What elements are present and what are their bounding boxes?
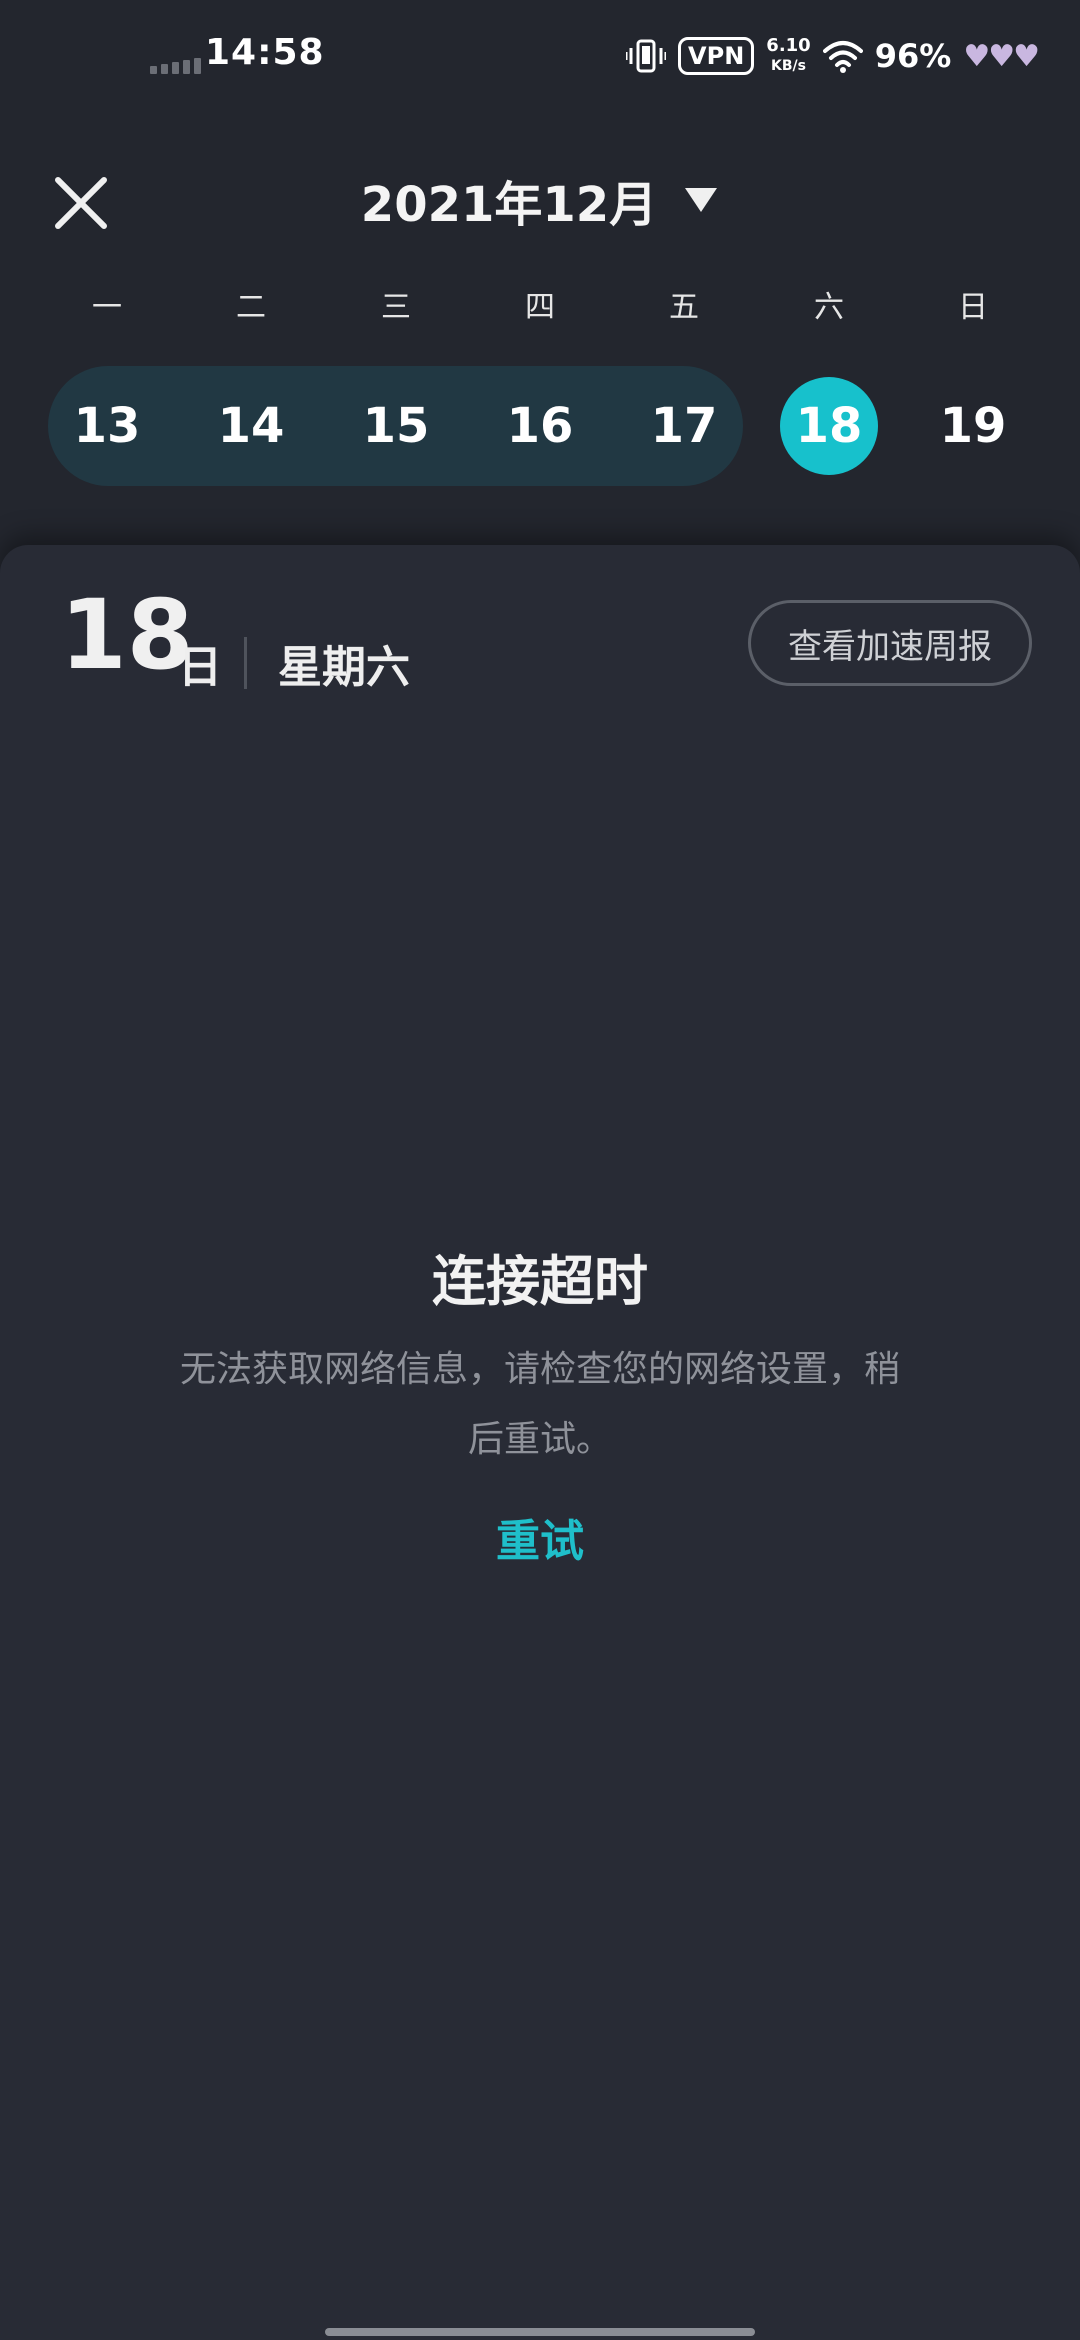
battery-percent: 96% — [874, 37, 952, 75]
detail-card: 18 日 星期六 查看加速周报 连接超时 无法获取网络信息，请检查您的网络设置，… — [0, 545, 1080, 2340]
home-indicator[interactable] — [325, 2328, 755, 2336]
net-speed-unit: KB/s — [771, 58, 806, 74]
day-19[interactable]: 19 — [924, 377, 1022, 475]
day-16[interactable]: 16 — [491, 377, 589, 475]
net-speed-value: 6.10 — [766, 35, 811, 56]
date-divider — [244, 637, 247, 689]
retry-button[interactable]: 重试 — [0, 1505, 1080, 1569]
weekday-label: 四 — [525, 290, 555, 325]
day-17[interactable]: 17 — [635, 377, 733, 475]
net-speed: 6.10 KB/s — [766, 36, 810, 76]
selected-weekday: 星期六 — [278, 642, 410, 693]
weekday-label: 一 — [92, 290, 122, 325]
status-time: 14:58 — [205, 32, 325, 73]
day-15[interactable]: 15 — [347, 377, 445, 475]
day-unit: 日 — [178, 642, 222, 693]
month-label: 2021年12月 — [360, 177, 658, 233]
day-13[interactable]: 13 — [58, 377, 156, 475]
weekday-label: 五 — [669, 290, 699, 325]
weekday-label: 日 — [958, 290, 988, 325]
month-selector[interactable]: 2021年12月 — [0, 165, 1080, 235]
status-icons: VPN 6.10 KB/s 96% ♥♥♥ — [626, 36, 1040, 76]
wifi-icon — [822, 41, 863, 73]
hearts-icon: ♥♥♥ — [963, 38, 1040, 74]
error-message: 无法获取网络信息，请检查您的网络设置，稍后重试。 — [180, 1349, 901, 1460]
vpn-badge: VPN — [678, 37, 755, 75]
view-weekly-report-button[interactable]: 查看加速周报 — [748, 600, 1032, 686]
status-bar: 14:58 VPN 6.10 KB/s 96% ♥♥♥ — [0, 0, 1080, 110]
weekday-label: 六 — [814, 290, 844, 325]
vibrate-icon — [626, 39, 667, 73]
caret-down-icon — [685, 188, 718, 212]
day-18-selected[interactable]: 18 — [780, 377, 878, 475]
weekday-row: 一 二 三 四 五 六 日 — [0, 282, 1080, 330]
signal-icon — [150, 58, 201, 74]
error-title: 连接超时 — [432, 1250, 648, 1313]
day-14[interactable]: 14 — [202, 377, 300, 475]
selected-day-number: 18 — [60, 579, 194, 691]
weekday-label: 三 — [381, 290, 411, 325]
weekday-label: 二 — [236, 290, 266, 325]
